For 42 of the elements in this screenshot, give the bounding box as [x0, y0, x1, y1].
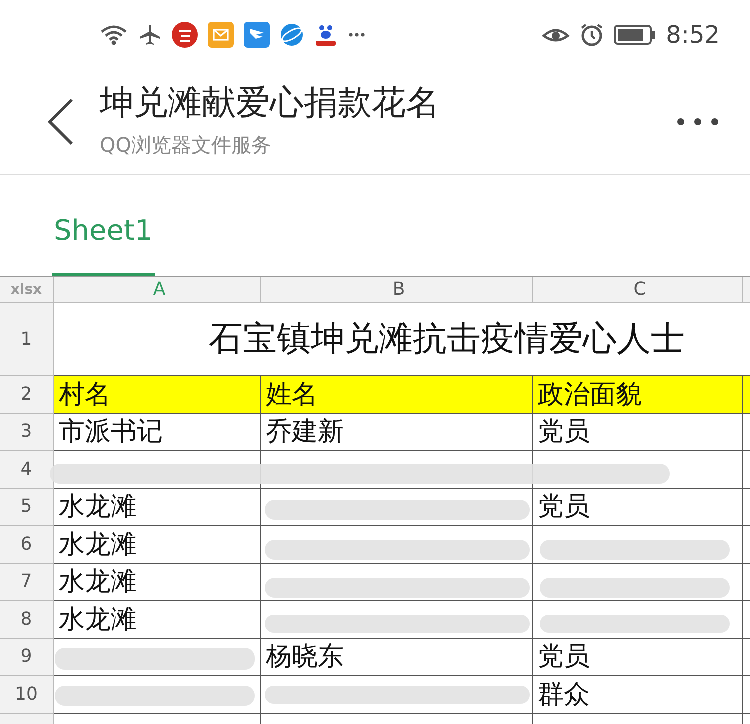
- row-number: 7: [0, 564, 54, 601]
- wifi-icon: [100, 24, 128, 46]
- wing-icon: [244, 22, 270, 48]
- column-header[interactable]: B: [261, 277, 533, 303]
- page-subtitle: QQ浏览器文件服务: [100, 132, 272, 158]
- table-cell: 杨晓东: [261, 638, 533, 676]
- header-cell: 村名: [54, 376, 261, 414]
- more-icon[interactable]: [676, 117, 720, 127]
- battery-icon: [614, 25, 656, 45]
- header-cell: 姓名: [261, 376, 533, 414]
- table-cell: 党员: [533, 638, 743, 676]
- row-number: 2: [0, 376, 54, 414]
- row-number: 8: [0, 601, 54, 638]
- row-number: 3: [0, 414, 54, 451]
- table-cell: 乔建新: [261, 414, 533, 451]
- page-title: 坤兑滩献爱心捐款花名: [100, 82, 441, 124]
- airplane-icon: [138, 24, 162, 46]
- back-icon[interactable]: [46, 97, 76, 147]
- header-cell: 政治面貌: [533, 376, 743, 414]
- row-number: 9: [0, 638, 54, 676]
- table-cell: 水龙滩: [54, 488, 261, 526]
- column-header[interactable]: C: [533, 277, 743, 303]
- app-icon: [172, 22, 198, 48]
- sheet-title: 石宝镇坤兑滩抗击疫情爱心人士: [209, 318, 685, 361]
- row-number: 10: [0, 676, 54, 714]
- mail-icon: [208, 22, 234, 48]
- table-cell: 群众: [533, 676, 743, 714]
- alarm-icon: [580, 23, 604, 47]
- table-cell: 市派书记: [54, 414, 261, 451]
- status-time: 8:52: [666, 21, 720, 49]
- table-cell: 水龙滩: [54, 564, 261, 601]
- table-cell: 水龙滩: [54, 601, 261, 638]
- row-number: 1: [0, 303, 54, 376]
- file-type-label: xlsx: [0, 277, 54, 303]
- row-number: 5: [0, 488, 54, 526]
- table-cell: 党员: [533, 488, 743, 526]
- table-cell: 水龙滩: [54, 526, 261, 564]
- table-cell: 党员: [533, 414, 743, 451]
- row-number: 6: [0, 526, 54, 564]
- globe-icon: [280, 23, 304, 47]
- more-icon: [348, 32, 366, 38]
- row-number: 4: [0, 451, 54, 488]
